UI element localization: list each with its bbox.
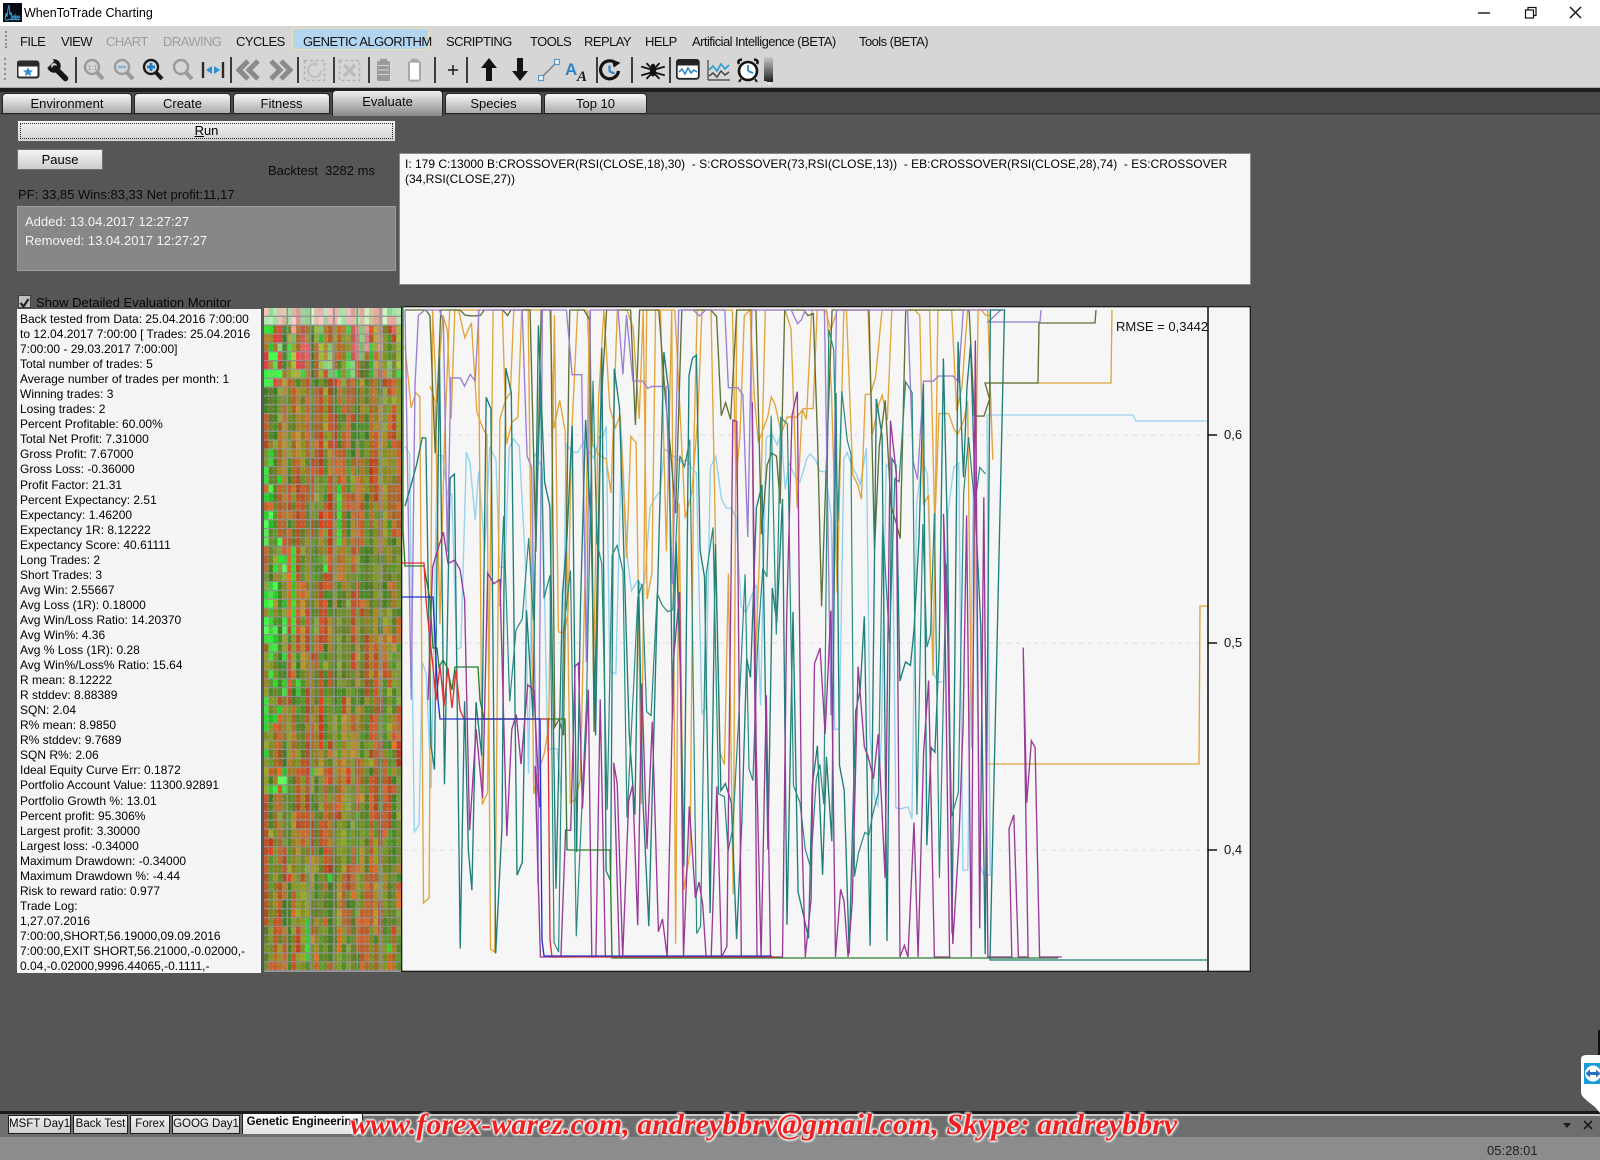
svg-text:1:1: 1:1 [88, 65, 98, 72]
svg-text:0,5: 0,5 [1224, 635, 1242, 650]
svg-text:0,6: 0,6 [1224, 427, 1242, 442]
svg-text:A: A [565, 60, 577, 79]
svg-text:0,4: 0,4 [1224, 842, 1242, 857]
svg-text:A: A [576, 69, 587, 84]
svg-text:RMSE = 0,3442: RMSE = 0,3442 [1116, 319, 1208, 334]
